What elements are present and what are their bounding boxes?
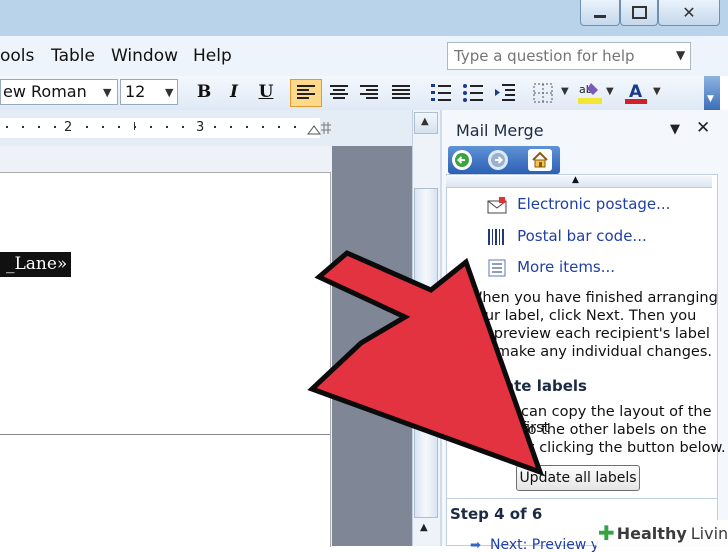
step-divider bbox=[446, 498, 718, 499]
previous-page-icon: ▲ bbox=[420, 522, 428, 533]
scroll-up-icon: ▲ bbox=[421, 116, 429, 127]
item-postal-bar-code[interactable]: Postal bar code... bbox=[486, 226, 647, 247]
bold-button[interactable]: B bbox=[192, 80, 216, 104]
forward-icon[interactable] bbox=[488, 150, 508, 170]
restore-icon bbox=[631, 6, 647, 19]
update-all-labels-button[interactable]: Update all labels bbox=[516, 465, 640, 491]
watermark: ✚ Healthy Living bbox=[596, 520, 728, 546]
italic-label: I bbox=[230, 82, 238, 102]
document-page[interactable] bbox=[0, 172, 331, 547]
watermark-brand: Healthy bbox=[616, 523, 687, 543]
previous-page-button[interactable]: ▲ bbox=[414, 520, 438, 544]
justify-icon bbox=[392, 85, 410, 99]
highlight-dropdown-icon[interactable]: ▼ bbox=[606, 86, 614, 97]
back-icon[interactable] bbox=[452, 150, 472, 170]
font-color-dropdown-icon[interactable]: ▼ bbox=[653, 86, 661, 97]
section-text-2: to the other labels on the bbox=[522, 422, 707, 438]
align-right-button[interactable] bbox=[356, 80, 382, 106]
close-icon: ✕ bbox=[682, 3, 696, 22]
scroll-thumb[interactable] bbox=[414, 188, 438, 518]
label-boundary bbox=[0, 434, 330, 435]
menu-tools[interactable]: ools bbox=[0, 46, 34, 66]
borders-button[interactable] bbox=[530, 80, 558, 106]
horizontal-ruler bbox=[0, 110, 412, 146]
instruction-line-4: d make any individual changes. bbox=[482, 344, 713, 360]
section-title: ate labels bbox=[504, 377, 587, 395]
font-color-icon: A bbox=[625, 82, 647, 104]
pane-scroll-up-button[interactable]: ▲ bbox=[446, 175, 712, 188]
align-center-icon bbox=[330, 85, 348, 99]
bullet-list-icon bbox=[463, 84, 483, 102]
align-left-icon bbox=[297, 85, 315, 99]
more-items-link[interactable]: More items... bbox=[517, 258, 615, 276]
pane-scroll-up-icon: ▲ bbox=[572, 175, 579, 185]
italic-button[interactable]: I bbox=[222, 80, 246, 104]
list-icon bbox=[488, 259, 506, 276]
borders-dropdown-icon[interactable]: ▼ bbox=[561, 86, 569, 97]
scroll-up-button[interactable]: ▲ bbox=[414, 112, 438, 134]
instruction-line-3: n preview each recipient's label bbox=[480, 326, 710, 342]
restore-button[interactable] bbox=[620, 0, 658, 26]
numbering-button[interactable] bbox=[428, 80, 454, 106]
minimize-button[interactable] bbox=[580, 0, 620, 26]
font-size-value: 12 bbox=[125, 82, 146, 101]
item-more-items[interactable]: More items... bbox=[486, 257, 615, 278]
instruction-line-1: When you have finished arranging bbox=[468, 290, 718, 306]
font-name-value: ew Roman bbox=[3, 82, 87, 101]
ruler-mark-2: 2 bbox=[64, 120, 73, 135]
ruler-ticks bbox=[0, 118, 331, 138]
barcode-icon bbox=[488, 228, 504, 245]
highlighter-icon: ab bbox=[578, 83, 602, 104]
help-dropdown-icon[interactable]: ▼ bbox=[676, 48, 685, 62]
numbered-list-icon bbox=[431, 84, 451, 101]
ruler-mark-3: 3 bbox=[196, 120, 205, 135]
menu-help[interactable]: Help bbox=[193, 46, 232, 66]
item-electronic-postage[interactable]: Electronic postage... bbox=[486, 194, 670, 215]
font-name-combo[interactable]: ew Roman bbox=[0, 79, 118, 105]
menu-window[interactable]: Window bbox=[111, 46, 178, 66]
bold-label: B bbox=[196, 82, 212, 102]
menu-table[interactable]: Table bbox=[51, 46, 95, 66]
help-search-input[interactable] bbox=[447, 42, 691, 70]
section-text-3: y clicking the button below. bbox=[526, 440, 726, 456]
step-label: Step 4 of 6 bbox=[450, 505, 543, 523]
close-button[interactable]: ✕ bbox=[658, 0, 720, 26]
plus-logo-icon: ✚ bbox=[598, 521, 615, 545]
task-pane-title: Mail Merge bbox=[456, 121, 544, 140]
instruction-line-2: our label, click Next. Then you bbox=[476, 308, 697, 324]
indent-icon bbox=[495, 84, 515, 101]
decrease-indent-button[interactable] bbox=[492, 80, 518, 106]
watermark-brand-2: Living bbox=[690, 523, 728, 543]
merge-field-selected[interactable]: _Lane» bbox=[0, 252, 72, 277]
next-step-link[interactable]: Next: Preview y bbox=[490, 537, 599, 553]
font-name-dropdown-icon[interactable]: ▼ bbox=[103, 86, 111, 99]
next-step-item[interactable]: ➡ Next: Preview y bbox=[470, 534, 599, 553]
task-pane-nav bbox=[448, 146, 560, 174]
align-right-icon bbox=[360, 85, 378, 99]
task-pane-close-icon[interactable]: ✕ bbox=[696, 118, 710, 138]
font-size-dropdown-icon[interactable]: ▼ bbox=[165, 86, 173, 99]
align-left-button[interactable] bbox=[290, 79, 322, 107]
font-color-button[interactable]: A bbox=[622, 80, 650, 106]
postal-bar-code-link[interactable]: Postal bar code... bbox=[517, 227, 647, 245]
task-pane-menu-icon[interactable]: ▼ bbox=[670, 122, 680, 137]
home-icon[interactable] bbox=[528, 149, 552, 171]
toolbar-options-icon: ▼ bbox=[707, 94, 714, 104]
task-pane-header: Mail Merge ▼ ✕ bbox=[446, 116, 722, 144]
underline-label: U bbox=[258, 82, 274, 102]
toolbar-options-button[interactable]: ▼ bbox=[704, 76, 720, 110]
justify-button[interactable] bbox=[388, 80, 414, 106]
bullets-button[interactable] bbox=[460, 80, 486, 106]
envelope-icon bbox=[487, 196, 507, 213]
merge-field-text: _Lane» bbox=[6, 254, 68, 274]
document-margin-strip bbox=[332, 146, 412, 546]
minimize-icon bbox=[594, 15, 606, 18]
highlight-button[interactable]: ab bbox=[576, 80, 604, 106]
electronic-postage-link[interactable]: Electronic postage... bbox=[517, 195, 670, 213]
align-center-button[interactable] bbox=[326, 80, 352, 106]
border-icon bbox=[533, 83, 553, 103]
underline-button[interactable]: U bbox=[254, 80, 278, 104]
